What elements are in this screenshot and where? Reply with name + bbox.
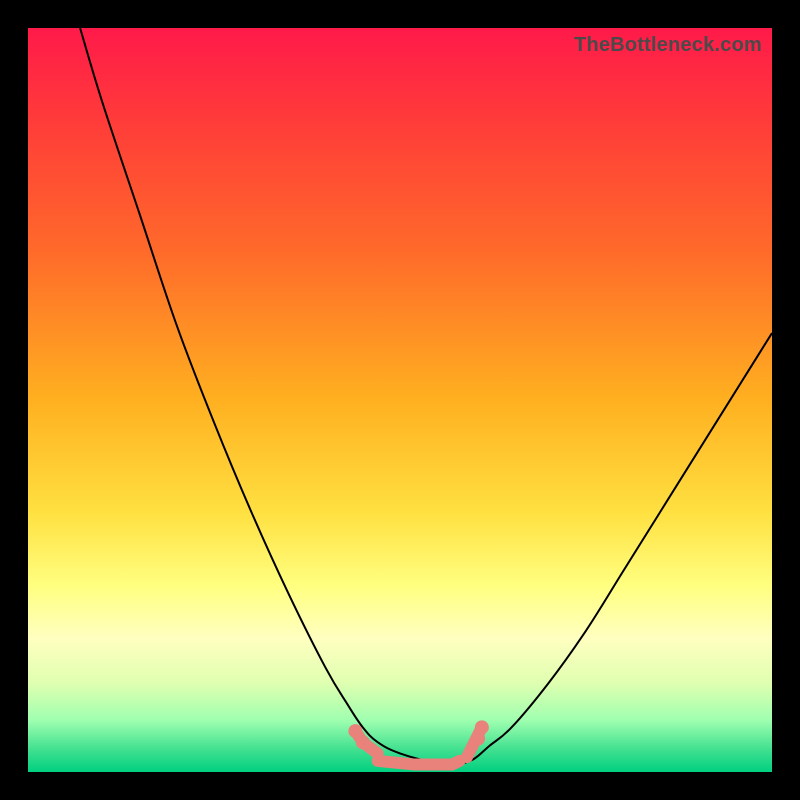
marker-dot: [471, 732, 485, 746]
watermark-label: TheBottleneck.com: [574, 34, 762, 57]
marker-dot: [356, 735, 370, 749]
curve-left: [80, 28, 459, 765]
curve-right: [460, 333, 772, 765]
marker-segment-bottom: [378, 761, 460, 765]
chart-svg: [28, 28, 772, 772]
